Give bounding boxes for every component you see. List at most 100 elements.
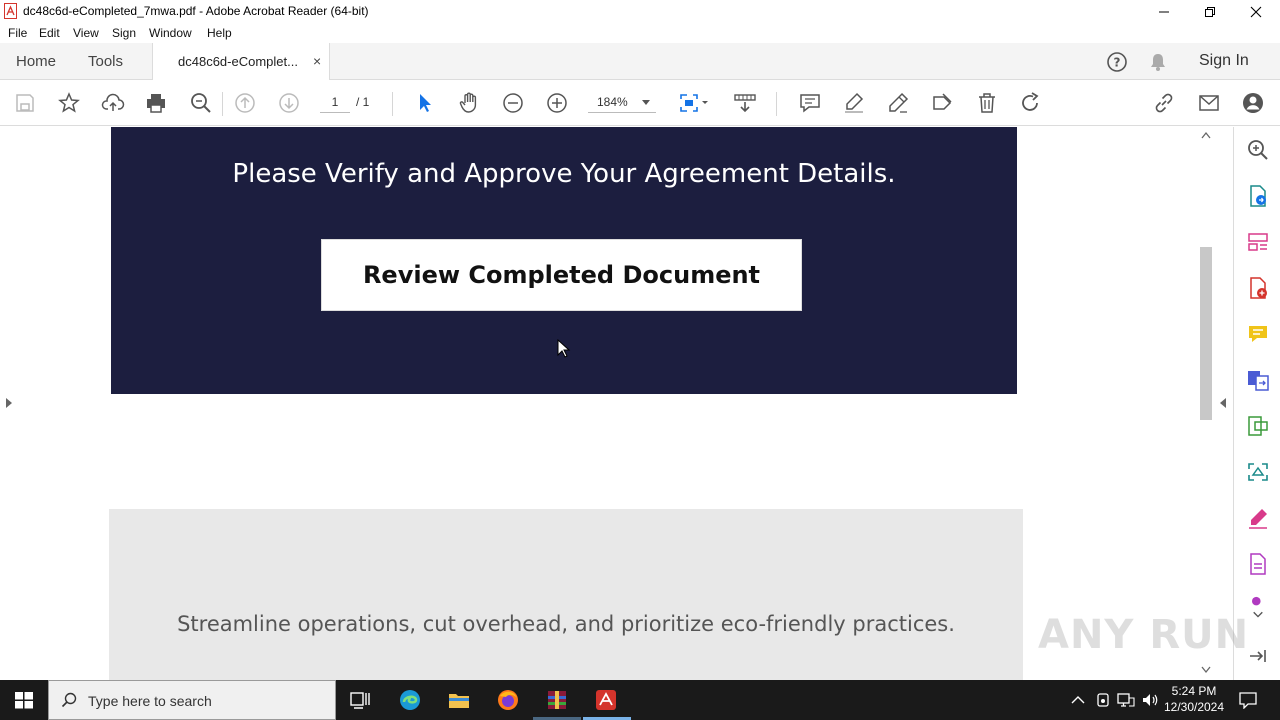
scroll-down-icon[interactable] <box>1201 666 1211 674</box>
scroll-mode-button[interactable] <box>733 91 757 115</box>
task-view-icon <box>350 692 370 709</box>
draw-button[interactable] <box>886 91 910 115</box>
review-document-button[interactable]: Review Completed Document <box>321 239 802 311</box>
tab-bar: Home Tools dc48c6d-eComplet... × ? Sign … <box>0 43 1280 81</box>
tool-organize[interactable] <box>1246 230 1270 254</box>
tool-fill-sign[interactable] <box>1246 506 1270 530</box>
menu-bar: File Edit View Sign Window Help <box>0 23 1280 43</box>
export-pdf-icon <box>1250 185 1266 207</box>
clock-date: 12/30/2024 <box>1163 700 1225 714</box>
winrar-taskbar-button[interactable] <box>545 688 569 712</box>
tool-search[interactable] <box>1246 138 1270 162</box>
zoom-select[interactable]: 184% <box>588 93 656 113</box>
volume-icon[interactable] <box>1141 692 1159 708</box>
upload-button[interactable] <box>101 91 125 115</box>
mouse-cursor-icon <box>557 339 571 358</box>
zoom-out-button[interactable] <box>501 91 525 115</box>
hand-tool-button[interactable] <box>457 91 481 115</box>
bell-icon[interactable] <box>1148 52 1168 72</box>
close-tab-icon[interactable]: × <box>313 53 321 69</box>
save-button[interactable] <box>13 91 37 115</box>
vertical-scrollbar[interactable] <box>1197 127 1215 680</box>
menu-help[interactable]: Help <box>207 26 232 40</box>
bookmark-button[interactable] <box>57 91 81 115</box>
menu-window[interactable]: Window <box>149 26 192 40</box>
start-button[interactable] <box>12 688 36 712</box>
device-icon[interactable] <box>1095 692 1111 708</box>
collapse-tools-button[interactable] <box>1246 644 1270 668</box>
zoom-in-button[interactable] <box>545 91 569 115</box>
clock-time: 5:24 PM <box>1171 684 1217 698</box>
menu-sign[interactable]: Sign <box>112 26 136 40</box>
close-icon <box>1250 6 1262 17</box>
network-icon[interactable] <box>1117 692 1135 708</box>
fit-page-button[interactable] <box>678 91 712 115</box>
tab-home[interactable]: Home <box>16 53 56 70</box>
tab-document-label: dc48c6d-eComplet... <box>178 54 298 69</box>
print-button[interactable] <box>144 91 168 115</box>
tool-convert[interactable] <box>1246 368 1270 392</box>
more-tools-button[interactable] <box>1246 596 1270 624</box>
info-section: Streamline operations, cut overhead, and… <box>109 509 1023 680</box>
sign-pen-icon <box>1249 509 1267 529</box>
link-icon <box>1155 93 1173 113</box>
menu-edit[interactable]: Edit <box>39 26 60 40</box>
search-placeholder: Type here to search <box>88 693 212 709</box>
share-link-button[interactable] <box>1152 91 1176 115</box>
edit-pdf-icon <box>1248 416 1268 436</box>
tool-export-pdf[interactable] <box>1246 184 1270 208</box>
plus-circle-icon <box>547 93 567 113</box>
scroll-mode-icon <box>734 94 756 113</box>
acrobat-taskbar-button[interactable] <box>594 688 618 712</box>
tab-document[interactable]: dc48c6d-eComplet... × <box>152 43 330 81</box>
tool-scan[interactable] <box>1246 460 1270 484</box>
tool-create-pdf[interactable] <box>1246 276 1270 300</box>
chevron-down-icon <box>1252 596 1263 618</box>
toolbar: 1 / 1 184% <box>0 80 1280 126</box>
taskbar-search-input[interactable]: Type here to search <box>48 680 336 720</box>
collapse-right-pane-icon[interactable] <box>1219 397 1227 409</box>
email-button[interactable] <box>1197 91 1221 115</box>
sign-in-button[interactable]: Sign In <box>1199 52 1249 70</box>
comment-button[interactable] <box>798 91 822 115</box>
tool-edit-pdf[interactable] <box>1246 414 1270 438</box>
next-page-button[interactable] <box>277 91 301 115</box>
tab-tools[interactable]: Tools <box>88 53 123 70</box>
minimize-button[interactable] <box>1141 0 1187 23</box>
scroll-up-icon[interactable] <box>1201 131 1211 139</box>
close-window-button[interactable] <box>1233 0 1279 23</box>
rotate-button[interactable] <box>1018 91 1042 115</box>
highlight-button[interactable] <box>842 91 866 115</box>
chevron-right-icon <box>6 398 12 408</box>
previous-page-button[interactable] <box>233 91 257 115</box>
document-viewer[interactable]: Please Verify and Approve Your Agreement… <box>0 127 1233 680</box>
share-users-button[interactable] <box>1241 91 1265 115</box>
help-icon[interactable]: ? <box>1106 51 1128 73</box>
notification-icon[interactable] <box>1238 691 1258 709</box>
menu-view[interactable]: View <box>73 26 99 40</box>
title-bar: dc48c6d-eCompleted_7mwa.pdf - Adobe Acro… <box>0 0 1280 23</box>
toolbar-separator <box>392 92 393 116</box>
menu-file[interactable]: File <box>8 26 27 40</box>
chevron-up-icon[interactable] <box>1071 694 1085 706</box>
cloud-upload-icon <box>101 93 125 111</box>
organize-pages-icon <box>1248 233 1268 251</box>
left-panel-toggle[interactable] <box>0 127 18 680</box>
edge-taskbar-button[interactable] <box>398 688 422 712</box>
explorer-taskbar-button[interactable] <box>447 688 471 712</box>
tool-document[interactable] <box>1246 552 1270 576</box>
find-button[interactable] <box>189 91 213 115</box>
windows-icon <box>15 692 33 709</box>
scrollbar-thumb[interactable] <box>1200 247 1212 420</box>
page-number-input[interactable]: 1 <box>320 93 350 113</box>
select-tool-button[interactable] <box>413 91 437 115</box>
fill-sign-button[interactable] <box>930 91 954 115</box>
restore-button[interactable] <box>1187 0 1233 23</box>
tool-comment[interactable] <box>1246 322 1270 346</box>
system-clock[interactable]: 5:24 PM 12/30/2024 <box>1161 683 1227 715</box>
user-add-icon <box>1243 93 1263 113</box>
firefox-taskbar-button[interactable] <box>496 688 520 712</box>
edit-document-icon <box>933 93 952 110</box>
task-view-button[interactable] <box>348 688 372 712</box>
delete-button[interactable] <box>975 91 999 115</box>
